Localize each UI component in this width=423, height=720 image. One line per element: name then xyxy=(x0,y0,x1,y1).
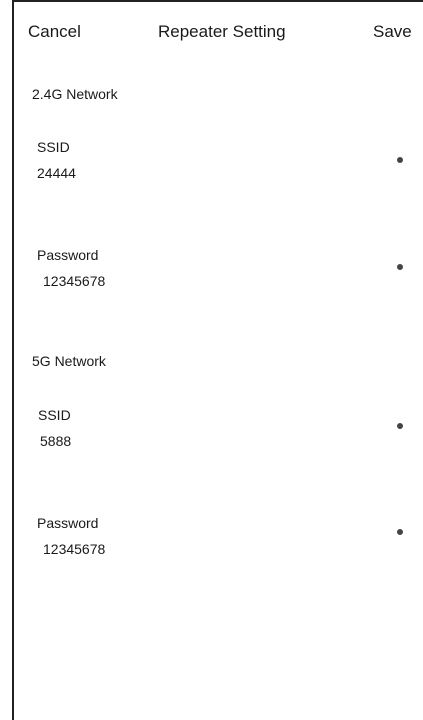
field-label-ssid-5g: SSID xyxy=(38,407,71,423)
section-title-24g: 2.4G Network xyxy=(32,86,118,102)
field-label-password-24g: Password xyxy=(37,247,99,263)
more-dot-icon[interactable] xyxy=(397,529,403,535)
cancel-button[interactable]: Cancel xyxy=(28,22,81,42)
more-dot-icon[interactable] xyxy=(397,423,403,429)
field-value-ssid-5g[interactable]: 5888 xyxy=(40,433,71,449)
more-dot-icon[interactable] xyxy=(397,157,403,163)
more-dot-icon[interactable] xyxy=(397,264,403,270)
field-value-password-24g[interactable]: 12345678 xyxy=(43,273,105,289)
save-button[interactable]: Save xyxy=(373,22,412,42)
field-value-ssid-24g[interactable]: 24444 xyxy=(37,165,76,181)
field-label-password-5g: Password xyxy=(37,515,99,531)
field-label-ssid-24g: SSID xyxy=(37,139,70,155)
page-title: Repeater Setting xyxy=(158,22,286,41)
section-title-5g: 5G Network xyxy=(32,353,106,369)
field-value-password-5g[interactable]: 12345678 xyxy=(43,541,105,557)
